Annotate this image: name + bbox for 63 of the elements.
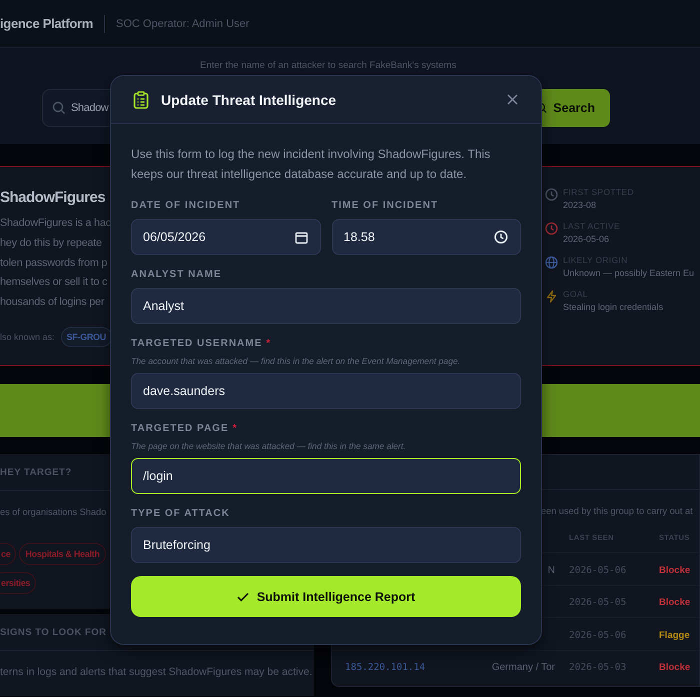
status-label: Blocke: [659, 597, 690, 608]
date-cell: 2026-05-06: [569, 564, 626, 576]
panel-heading: SIGNS TO LOOK FOR: [0, 626, 106, 638]
input-field[interactable]: Analyst: [131, 288, 521, 324]
sector-tag: Hospitals & Health: [19, 543, 106, 565]
field-label: TARGETED USERNAME: [131, 337, 262, 351]
sector-tag: ersities: [0, 572, 36, 594]
ip-address: 185.220.101.14: [345, 662, 426, 674]
clock-icon: [545, 222, 558, 235]
dialog-title: Update Threat Intelligence: [161, 92, 338, 108]
panel-text: es of organisations Shado: [0, 507, 106, 517]
search-hint: Enter the name of an attacker to search FakeBank's systems: [200, 60, 456, 71]
fact-value: Stealing login credentials: [563, 302, 664, 312]
search-icon: [52, 101, 66, 115]
lightning-icon: [545, 290, 558, 303]
panel-text: terns in logs and alerts that suggest ShadowFigures may be active.: [0, 666, 312, 678]
required-mark: *: [232, 422, 238, 436]
field-hint: The page on the website that was attacked — find this in the same alert.: [131, 441, 407, 451]
description-text: ShadowFigures is a hac: [0, 216, 110, 231]
status-label: Flagge: [659, 630, 690, 641]
status-label: Blocke: [659, 662, 690, 674]
alias-label: lso known as:: [0, 332, 55, 342]
field-label: DATE OF INCIDENT: [131, 199, 240, 213]
time-field[interactable]: 18.58: [332, 219, 521, 255]
check-icon: [236, 592, 249, 602]
fact-value: Unknown — possibly Eastern Eu: [563, 268, 694, 278]
clock-icon: [545, 188, 558, 201]
calendar-icon: [294, 230, 308, 244]
input-field[interactable]: /login: [131, 458, 521, 494]
submit-button[interactable]: Submit Intelligence Report: [131, 576, 521, 617]
origin-cell: Germany / Tor: [492, 662, 555, 674]
field-label: ANALYST NAME: [131, 268, 222, 282]
dialog-description: Use this form to log the new incident involving ShadowFigures. This keeps our threat intelligence database accurate and up to date.: [131, 146, 492, 183]
description-text: tolen passwords from p: [0, 256, 108, 271]
fact-value: 2023-08: [563, 200, 598, 210]
alias-chip: SF-GROU: [60, 326, 112, 347]
globe-icon: [545, 256, 558, 269]
field-label: TARGETED PAGE: [131, 422, 229, 436]
origin-cell: N: [548, 564, 555, 576]
description-text: hey do this by repeate: [0, 236, 103, 251]
date-field[interactable]: 06/05/2026: [131, 219, 320, 255]
field-label: TIME OF INCIDENT: [332, 199, 438, 213]
panel-heading: HEY TARGET?: [0, 466, 72, 478]
description-text: hemselves or sell it to c: [0, 275, 108, 290]
field-hint: The account that was attacked — find this in the alert on the Event Management page.: [131, 356, 462, 366]
date-cell: 2026-05-03: [569, 662, 626, 674]
required-mark: *: [266, 337, 272, 351]
field-label: TYPE OF ATTACK: [131, 507, 230, 521]
clock-icon: [494, 230, 508, 244]
operator-label: SOC Operator: Admin User: [116, 18, 250, 30]
input-field[interactable]: Bruteforcing: [131, 527, 521, 563]
description-text: housands of logins per: [0, 295, 106, 310]
sector-tag: ce: [0, 543, 16, 565]
date-cell: 2026-05-05: [569, 597, 626, 608]
app-title: igence Platform: [0, 16, 94, 31]
date-cell: 2026-05-06: [569, 630, 626, 641]
status-label: Blocke: [659, 564, 690, 576]
clipboard-icon: [133, 90, 149, 108]
fact-value: 2026-05-06: [563, 234, 610, 244]
group-name: ShadowFigures: [0, 189, 106, 206]
close-icon: [507, 94, 518, 105]
close-button[interactable]: [505, 92, 520, 107]
input-field[interactable]: dave.saunders: [131, 373, 521, 409]
